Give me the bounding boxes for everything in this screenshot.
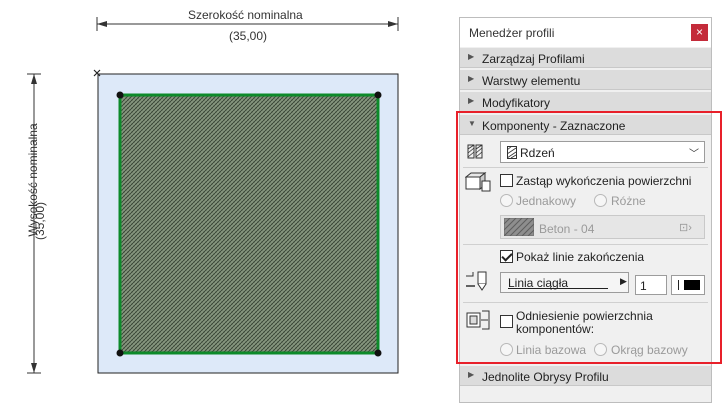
radio-different[interactable]	[594, 194, 607, 207]
profile-drawing	[27, 17, 399, 374]
pen-color-swatch	[684, 280, 700, 290]
building-material-icon	[467, 144, 483, 159]
expand-arrow-icon: ▶	[468, 74, 475, 83]
show-end-lines-label: Pokaż linie zakończenia	[516, 250, 645, 264]
pen-number-value: 1	[640, 279, 647, 293]
section-element-layers[interactable]: ▶ Warstwy elementu	[460, 70, 711, 90]
surface-picker[interactable]: Beton - 04 ⊡›	[500, 215, 705, 239]
section-label: Warstwy elementu	[482, 74, 581, 88]
section-manage-profiles[interactable]: ▶ Zarządzaj Profilami	[460, 48, 711, 68]
concrete-swatch-icon	[504, 218, 534, 236]
panel-title-bar[interactable]: Menedżer profili ×	[460, 18, 711, 47]
height-dimension-value: (35,00)	[33, 201, 47, 241]
core-component[interactable]	[118, 93, 380, 355]
width-dimension-label: Szerokość nominalna	[188, 8, 303, 22]
line-type-dropdown[interactable]: Linia ciągła ▶	[500, 272, 629, 293]
surface-reference-label: Odniesienie powierzchnia	[516, 309, 653, 323]
radio-different-label: Różne	[611, 194, 646, 208]
line-type-pen-icon	[466, 271, 487, 291]
section-label: Jednolite Obrysy Profilu	[482, 370, 609, 384]
panel-title: Menedżer profili	[469, 26, 555, 40]
pen-color-picker[interactable]	[671, 275, 705, 295]
radio-base-circle-label: Okrąg bazowy	[611, 343, 688, 357]
close-button[interactable]: ×	[691, 24, 708, 41]
chevron-down-icon: ﹀	[689, 149, 699, 160]
radio-baseline-label: Linia bazowa	[516, 343, 587, 357]
section-uniform-profile-contours[interactable]: ▶ Jednolite Obrysy Profilu	[460, 366, 711, 386]
surface-reference-checkbox[interactable]	[500, 315, 513, 328]
surface-reference-label-line2: komponentów:	[516, 322, 595, 336]
radio-baseline[interactable]	[500, 343, 513, 356]
width-dimension-value: (35,00)	[229, 29, 268, 43]
material-swatch-icon	[507, 146, 517, 159]
surface-override-icon	[465, 172, 491, 192]
divider	[463, 167, 708, 168]
expand-arrow-icon: ▶	[468, 96, 475, 105]
line-preview	[508, 288, 608, 289]
section-label: Zarządzaj Profilami	[482, 52, 585, 66]
pen-separator	[678, 280, 679, 290]
material-value: Rdzeń	[520, 146, 555, 160]
expand-arrow-icon: ▶	[468, 52, 475, 61]
surface-value: Beton - 04	[539, 222, 595, 236]
section-label: Modyfikatory	[482, 96, 551, 110]
material-dropdown[interactable]: Rdzeń ﹀	[500, 141, 705, 163]
override-surface-label: Zastąp wykończenia powierzchni	[516, 174, 692, 188]
pen-number-input[interactable]: 1	[635, 275, 667, 295]
divider	[463, 244, 708, 245]
profile-drawing-canvas[interactable]: Szerokość nominalna (35,00) Wysokość nom…	[0, 0, 450, 403]
chevron-right-icon: ▶	[620, 276, 627, 286]
override-surface-checkbox[interactable]	[500, 174, 513, 187]
expand-arrow-icon: ▶	[468, 370, 475, 379]
radio-uniform-label: Jednakowy	[516, 194, 577, 208]
divider	[463, 302, 708, 303]
show-end-lines-checkbox[interactable]	[500, 250, 513, 263]
section-modifiers[interactable]: ▶ Modyfikatory	[460, 92, 711, 112]
radio-base-circle[interactable]	[594, 343, 607, 356]
close-icon: ×	[695, 25, 703, 39]
surface-settings-icon: ⊡›	[679, 222, 692, 234]
component-reference-icon	[466, 310, 490, 330]
radio-uniform[interactable]	[500, 194, 513, 207]
